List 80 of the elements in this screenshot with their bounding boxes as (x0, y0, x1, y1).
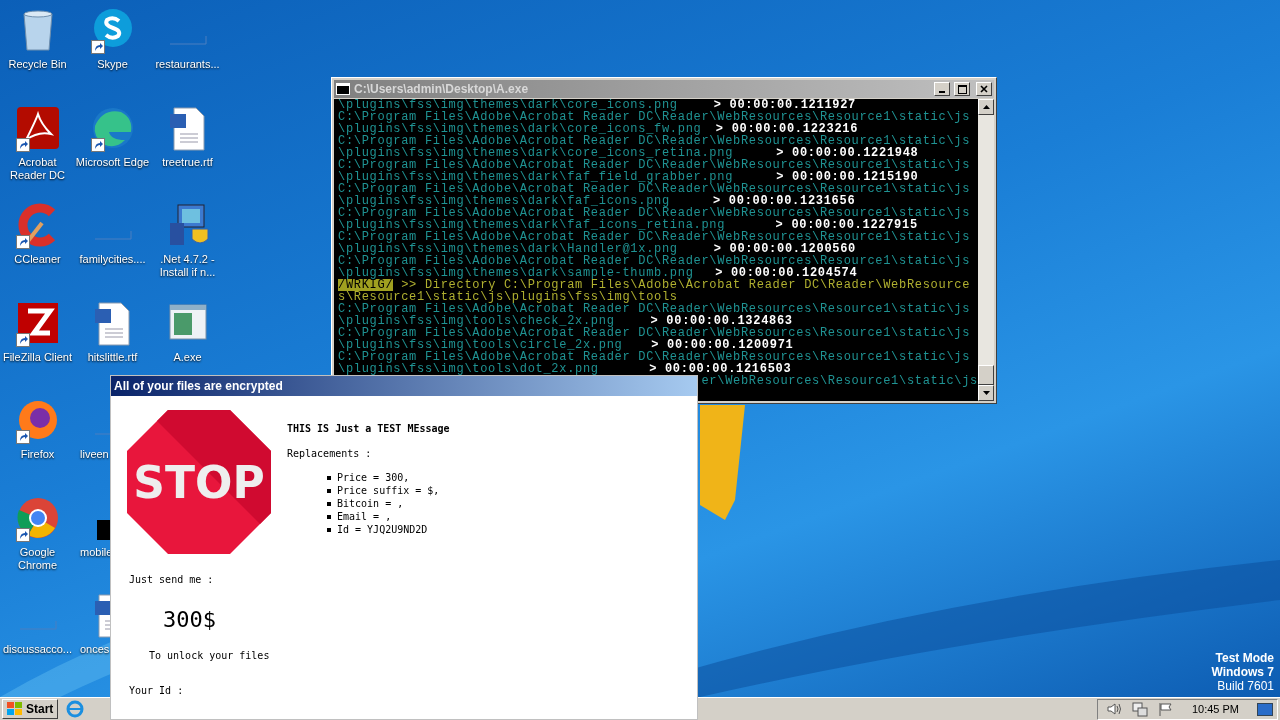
replacement-item: Bitcoin = , (337, 497, 404, 510)
console-line: s\Resource1\static\js\plugins\fss\img\tools (338, 291, 678, 303)
send-label: Just send me : (129, 574, 215, 585)
icon-label: onces (79, 643, 110, 656)
console-line: C:\Program Files\Adobe\Acrobat Reader DC\Reader\WebResources\Resource1\static\js (338, 303, 972, 315)
window-title: C:\Users\admin\Desktop\A.exe (354, 82, 529, 96)
console-line: C:\Program Files\Adobe\Acrobat Reader DC\Reader\WebResources\Resource1\static\js (338, 159, 972, 171)
console-line: C:\Program Files\Adobe\Acrobat Reader DC\Reader\WebResources\Resource1\static\js (338, 327, 972, 339)
console-line: \plugins\fss\img\themes\dark\faf_icons_retina.png > 00:00:00.1227915 (338, 219, 918, 231)
icon-label: discussacco... (2, 643, 73, 656)
console-line: \plugins\fss\img\themes\dark\sample-thumb.png > 00:00:00.1204574 (338, 267, 858, 279)
icon-label: liveen (79, 448, 109, 461)
stop-sign-icon: STOP (125, 408, 273, 556)
scroll-thumb[interactable] (978, 365, 994, 385)
icon-label: Firefox (20, 448, 55, 461)
flag-icon[interactable] (1157, 701, 1174, 717)
close-button[interactable] (976, 82, 992, 96)
console-line: \plugins\fss\img\themes\dark\core_icons.png > 00:00:00.1211927 (338, 99, 856, 111)
bullet-icon (327, 488, 331, 493)
console-line: C:\Program Files\Adobe\Acrobat Reader DC\Reader\WebResources\Resource1\static\js (338, 111, 972, 123)
show-desktop-icon[interactable] (1257, 702, 1273, 716)
ransom-amount: 300$ (163, 607, 217, 632)
scrollbar[interactable] (978, 99, 994, 401)
id-label: Your Id : (129, 685, 185, 696)
icon-label: .Net 4.7.2 - Install if n... (158, 253, 217, 279)
icon-label: Acrobat Reader DC (9, 155, 66, 182)
window-title: All of your files are encrypted (114, 379, 283, 393)
console-line: \plugins\fss\img\themes\dark\Handler@1x.png > 00:00:00.1200560 (338, 243, 856, 255)
icon-label: hitslittle.rtf (87, 350, 138, 364)
console-line: \plugins\fss\img\themes\dark\core_icons_retina.png > 00:00:00.1221948 (338, 147, 919, 159)
replacements-label: Replacements : (287, 448, 373, 459)
console-line: C:\Program Files\Adobe\Acrobat Reader DC\Reader\WebResources\Resource1\static\js (338, 207, 972, 219)
console-line: \plugins\fss\img\tools\circle_2x.png > 00:00:00.1200971 (338, 339, 794, 351)
replacement-item: Price = 300, (337, 471, 410, 484)
console-line: C:\Program Files\Adobe\Acrobat Reader DC\Reader\WebResources\Resource1\static\js (338, 135, 972, 147)
test-mode-text: Test Mode (1215, 651, 1274, 665)
console-line: \plugins\fss\img\themes\dark\faf_field_grabber.png > 00:00:00.1215190 (338, 171, 919, 183)
icon-label: A.exe (173, 350, 202, 364)
console-line: C:\Program Files\Adobe\Acrobat Reader DC\Reader\WebResources\Resource1\static\js (338, 183, 972, 195)
clock[interactable]: 10:45 PM (1191, 703, 1239, 715)
console-line: \plugins\fss\img\tools\dot_2x.png > 00:00:00.1216503 (338, 363, 792, 375)
console-line: /WRKIG/ >> Directory C:\Program Files\Adobe\Acrobat Reader DC\Reader\WebResource (338, 279, 972, 291)
minimize-button[interactable] (934, 82, 950, 96)
console-line: C:\Program Files\Adobe\Acrobat Reader DC\Reader\WebResources\Resource1\static\js (338, 255, 972, 267)
bullet-icon (327, 475, 331, 480)
icon-label: familycities.... (79, 253, 146, 266)
replacement-item: Id = YJQ2U9ND2D (337, 523, 428, 536)
network-icon[interactable] (1131, 701, 1148, 717)
console-line: C:\Program Files\Adobe\Acrobat Reader DC\Reader\WebResources\Resource1\static\js (338, 351, 972, 363)
icon-label: CCleaner (14, 253, 61, 266)
icon-label: restaurants... (155, 58, 220, 71)
windows-logo-icon (7, 702, 23, 716)
icon-label: Recycle Bin (8, 58, 67, 71)
console-line: er\WebResources\Resource1\static\js (700, 375, 978, 387)
bullet-icon (327, 527, 331, 532)
test-mode-text: Windows 7 (1211, 665, 1274, 679)
console-line: C:\Program Files\Adobe\Acrobat Reader DC\Reader\WebResources\Resource1\static\js (338, 231, 972, 243)
close-icon (980, 85, 988, 93)
icon-label: FileZilla Client (2, 350, 73, 364)
icon-label: Skype (97, 58, 128, 71)
icon-label: Google Chrome (16, 545, 59, 572)
bullet-icon (327, 501, 331, 506)
unlock-text: To unlock your files (149, 650, 271, 661)
scroll-up-icon (982, 105, 990, 109)
console-line: \plugins\fss\img\tools\check_2x.png > 00:00:00.1324863 (338, 315, 793, 327)
replacement-item: Email = , (337, 510, 392, 523)
icon-label: treetrue.rtf (162, 155, 213, 169)
console-icon (336, 83, 350, 95)
maximize-icon (957, 84, 967, 94)
console-line: \plugins\fss\img\themes\dark\faf_icons.png > 00:00:00.1231656 (338, 195, 856, 207)
bullet-icon (327, 514, 331, 519)
console-line: \plugins\fss\img\themes\dark\core_icons_fw.png > 00:00:00.1223216 (338, 123, 859, 135)
replacement-item: Price suffix = $, (337, 484, 440, 497)
maximize-button[interactable] (954, 82, 970, 96)
test-mode-text: Build 7601 (1217, 679, 1274, 693)
scroll-down-icon (982, 391, 990, 395)
speaker-icon[interactable] (1105, 702, 1122, 716)
start-button[interactable]: Start (2, 699, 59, 719)
message-heading: THIS IS Just a TEST MEssage (287, 423, 450, 434)
icon-label: Microsoft Edge (75, 155, 150, 169)
